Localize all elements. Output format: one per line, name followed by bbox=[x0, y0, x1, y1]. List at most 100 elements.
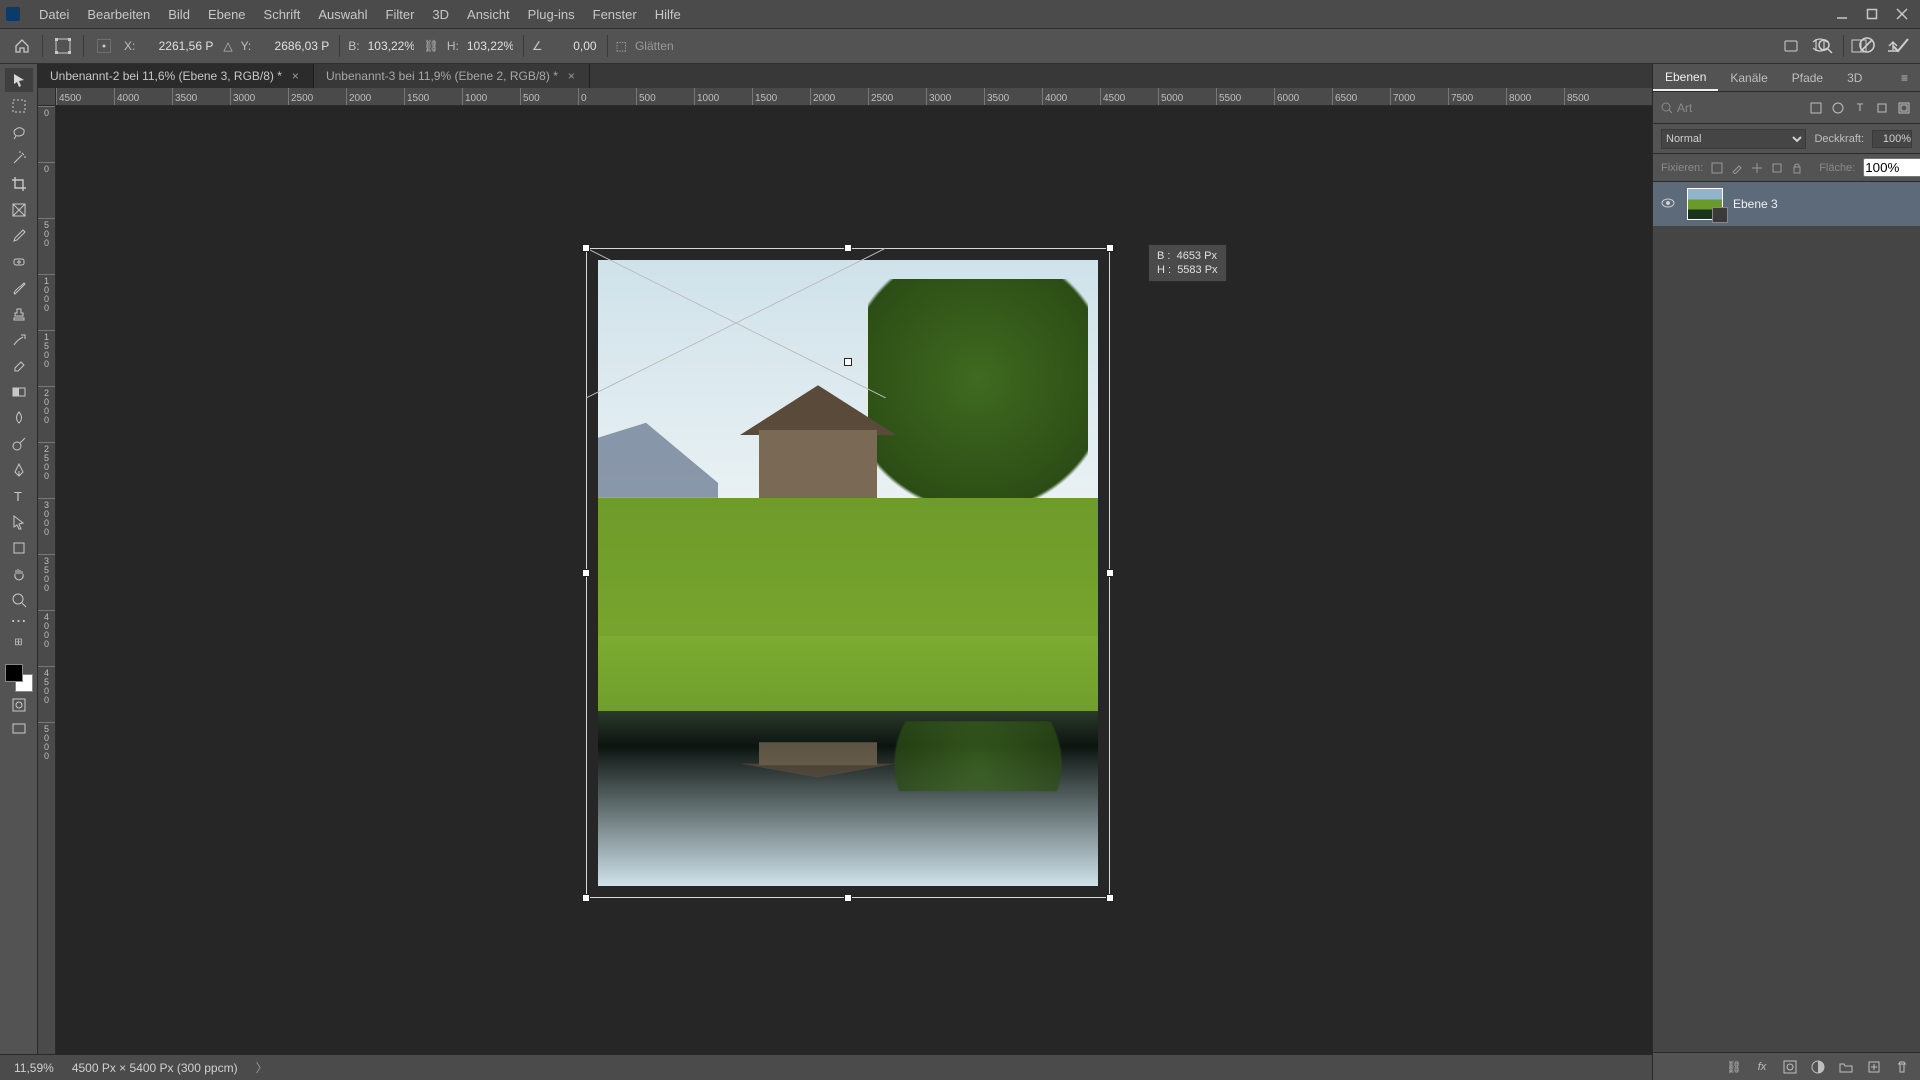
lasso-tool-icon[interactable] bbox=[5, 120, 33, 144]
menu-auswahl[interactable]: Auswahl bbox=[309, 7, 376, 22]
stamp-tool-icon[interactable] bbox=[5, 302, 33, 326]
zoom-tool-icon[interactable] bbox=[5, 588, 33, 612]
cloud-docs-icon[interactable] bbox=[1782, 37, 1800, 55]
menu-3d[interactable]: 3D bbox=[423, 7, 458, 22]
shape-tool-icon[interactable] bbox=[5, 536, 33, 560]
canvas-area[interactable]: 4500400035003000250020001500100050005001… bbox=[38, 88, 1652, 1054]
filter-type-icon[interactable]: T bbox=[1852, 100, 1868, 116]
status-more-icon[interactable]: 〉 bbox=[256, 1059, 268, 1076]
transform-target[interactable] bbox=[586, 248, 1110, 898]
handle-ml[interactable] bbox=[582, 569, 590, 577]
width-field[interactable] bbox=[368, 39, 416, 53]
lock-pixels-icon[interactable] bbox=[1711, 160, 1723, 176]
y-field[interactable] bbox=[259, 39, 331, 53]
marquee-tool-icon[interactable] bbox=[5, 94, 33, 118]
path-select-tool-icon[interactable] bbox=[5, 510, 33, 534]
handle-bc[interactable] bbox=[844, 894, 852, 902]
lock-position-icon[interactable] bbox=[1751, 160, 1763, 176]
screenmode-icon[interactable] bbox=[5, 718, 33, 740]
height-field[interactable] bbox=[467, 39, 515, 53]
color-swatches[interactable] bbox=[5, 664, 33, 692]
fx-icon[interactable]: fx bbox=[1754, 1059, 1770, 1075]
lock-all-icon[interactable] bbox=[1791, 160, 1803, 176]
layer-name[interactable]: Ebene 3 bbox=[1733, 197, 1778, 211]
adjustment-icon[interactable] bbox=[1810, 1059, 1826, 1075]
link-layers-icon[interactable]: ⛓ bbox=[1726, 1059, 1742, 1075]
type-tool-icon[interactable]: T bbox=[5, 484, 33, 508]
menu-fenster[interactable]: Fenster bbox=[584, 7, 646, 22]
close-button[interactable] bbox=[1890, 5, 1914, 23]
more-tools-icon[interactable]: ⋯ bbox=[5, 614, 33, 628]
ruler-vertical[interactable]: 0050010001500200025003000350040004500500… bbox=[38, 106, 56, 1054]
handle-tl[interactable] bbox=[582, 244, 590, 252]
handle-tr[interactable] bbox=[1106, 244, 1114, 252]
doc-dimensions[interactable]: 4500 Px × 5400 Px (300 ppcm) bbox=[72, 1061, 238, 1075]
new-layer-icon[interactable] bbox=[1866, 1059, 1882, 1075]
delta-icon[interactable]: △ bbox=[223, 39, 232, 53]
zoom-level[interactable]: 11,59% bbox=[14, 1061, 54, 1075]
doc-tab-2[interactable]: Unbenannt-3 bei 11,9% (Ebene 2, RGB/8) *… bbox=[314, 64, 590, 88]
layer-filter-search[interactable]: Art bbox=[1661, 101, 1802, 115]
delete-icon[interactable] bbox=[1894, 1059, 1910, 1075]
panel-menu-icon[interactable]: ≡ bbox=[1889, 64, 1920, 91]
blend-mode-select[interactable]: Normal bbox=[1661, 129, 1806, 149]
hand-tool-icon[interactable] bbox=[5, 562, 33, 586]
blur-tool-icon[interactable] bbox=[5, 406, 33, 430]
menu-ansicht[interactable]: Ansicht bbox=[458, 7, 519, 22]
lock-artboard-icon[interactable] bbox=[1771, 160, 1783, 176]
pen-tool-icon[interactable] bbox=[5, 458, 33, 482]
close-tab-icon[interactable]: × bbox=[292, 69, 299, 83]
link-icon[interactable]: ⛓ bbox=[424, 39, 439, 53]
eyedropper-tool-icon[interactable] bbox=[5, 224, 33, 248]
layer-list[interactable]: Ebene 3 bbox=[1653, 182, 1920, 1052]
tab-3d[interactable]: 3D bbox=[1835, 64, 1874, 91]
history-brush-tool-icon[interactable] bbox=[5, 328, 33, 352]
visibility-icon[interactable] bbox=[1661, 196, 1677, 213]
menu-ebene[interactable]: Ebene bbox=[199, 7, 255, 22]
filter-smart-icon[interactable] bbox=[1896, 100, 1912, 116]
transform-tool-icon[interactable] bbox=[51, 34, 75, 58]
handle-tc[interactable] bbox=[844, 244, 852, 252]
layer-thumbnail[interactable] bbox=[1687, 188, 1723, 220]
handle-br[interactable] bbox=[1106, 894, 1114, 902]
gradient-tool-icon[interactable] bbox=[5, 380, 33, 404]
search-icon[interactable] bbox=[1816, 37, 1834, 55]
menu-datei[interactable]: Datei bbox=[30, 7, 78, 22]
menu-hilfe[interactable]: Hilfe bbox=[646, 7, 690, 22]
move-tool-icon[interactable] bbox=[5, 68, 33, 92]
share-icon[interactable] bbox=[1884, 37, 1902, 55]
reference-point-icon[interactable] bbox=[92, 34, 116, 58]
opacity-field[interactable] bbox=[1872, 130, 1912, 148]
ruler-horizontal[interactable]: 4500400035003000250020001500100050005001… bbox=[56, 88, 1652, 106]
tab-kanaele[interactable]: Kanäle bbox=[1718, 64, 1779, 91]
quickmask-icon[interactable] bbox=[5, 694, 33, 716]
filter-adjust-icon[interactable] bbox=[1830, 100, 1846, 116]
angle-field[interactable] bbox=[551, 39, 599, 53]
mask-icon[interactable] bbox=[1782, 1059, 1798, 1075]
frame-tool-icon[interactable] bbox=[5, 198, 33, 222]
x-field[interactable] bbox=[143, 39, 215, 53]
healing-tool-icon[interactable] bbox=[5, 250, 33, 274]
crop-tool-icon[interactable] bbox=[5, 172, 33, 196]
antialias-icon[interactable]: ⬚ bbox=[616, 39, 627, 53]
tab-pfade[interactable]: Pfade bbox=[1780, 64, 1835, 91]
group-icon[interactable] bbox=[1838, 1059, 1854, 1075]
maximize-button[interactable] bbox=[1860, 5, 1884, 23]
filter-image-icon[interactable] bbox=[1808, 100, 1824, 116]
menu-filter[interactable]: Filter bbox=[377, 7, 424, 22]
doc-tab-1[interactable]: Unbenannt-2 bei 11,6% (Ebene 3, RGB/8) *… bbox=[38, 64, 314, 88]
menu-bearbeiten[interactable]: Bearbeiten bbox=[78, 7, 159, 22]
fg-color-swatch[interactable] bbox=[5, 664, 23, 682]
eraser-tool-icon[interactable] bbox=[5, 354, 33, 378]
handle-mr[interactable] bbox=[1106, 569, 1114, 577]
minimize-button[interactable] bbox=[1830, 5, 1854, 23]
layer-item[interactable]: Ebene 3 bbox=[1653, 182, 1920, 226]
close-tab-icon[interactable]: × bbox=[568, 69, 575, 83]
lock-paint-icon[interactable] bbox=[1731, 160, 1743, 176]
home-icon[interactable] bbox=[10, 34, 34, 58]
fill-field[interactable] bbox=[1863, 158, 1920, 177]
menu-plugins[interactable]: Plug-ins bbox=[519, 7, 584, 22]
dodge-tool-icon[interactable] bbox=[5, 432, 33, 456]
menu-bild[interactable]: Bild bbox=[159, 7, 199, 22]
tab-ebenen[interactable]: Ebenen bbox=[1653, 64, 1718, 91]
